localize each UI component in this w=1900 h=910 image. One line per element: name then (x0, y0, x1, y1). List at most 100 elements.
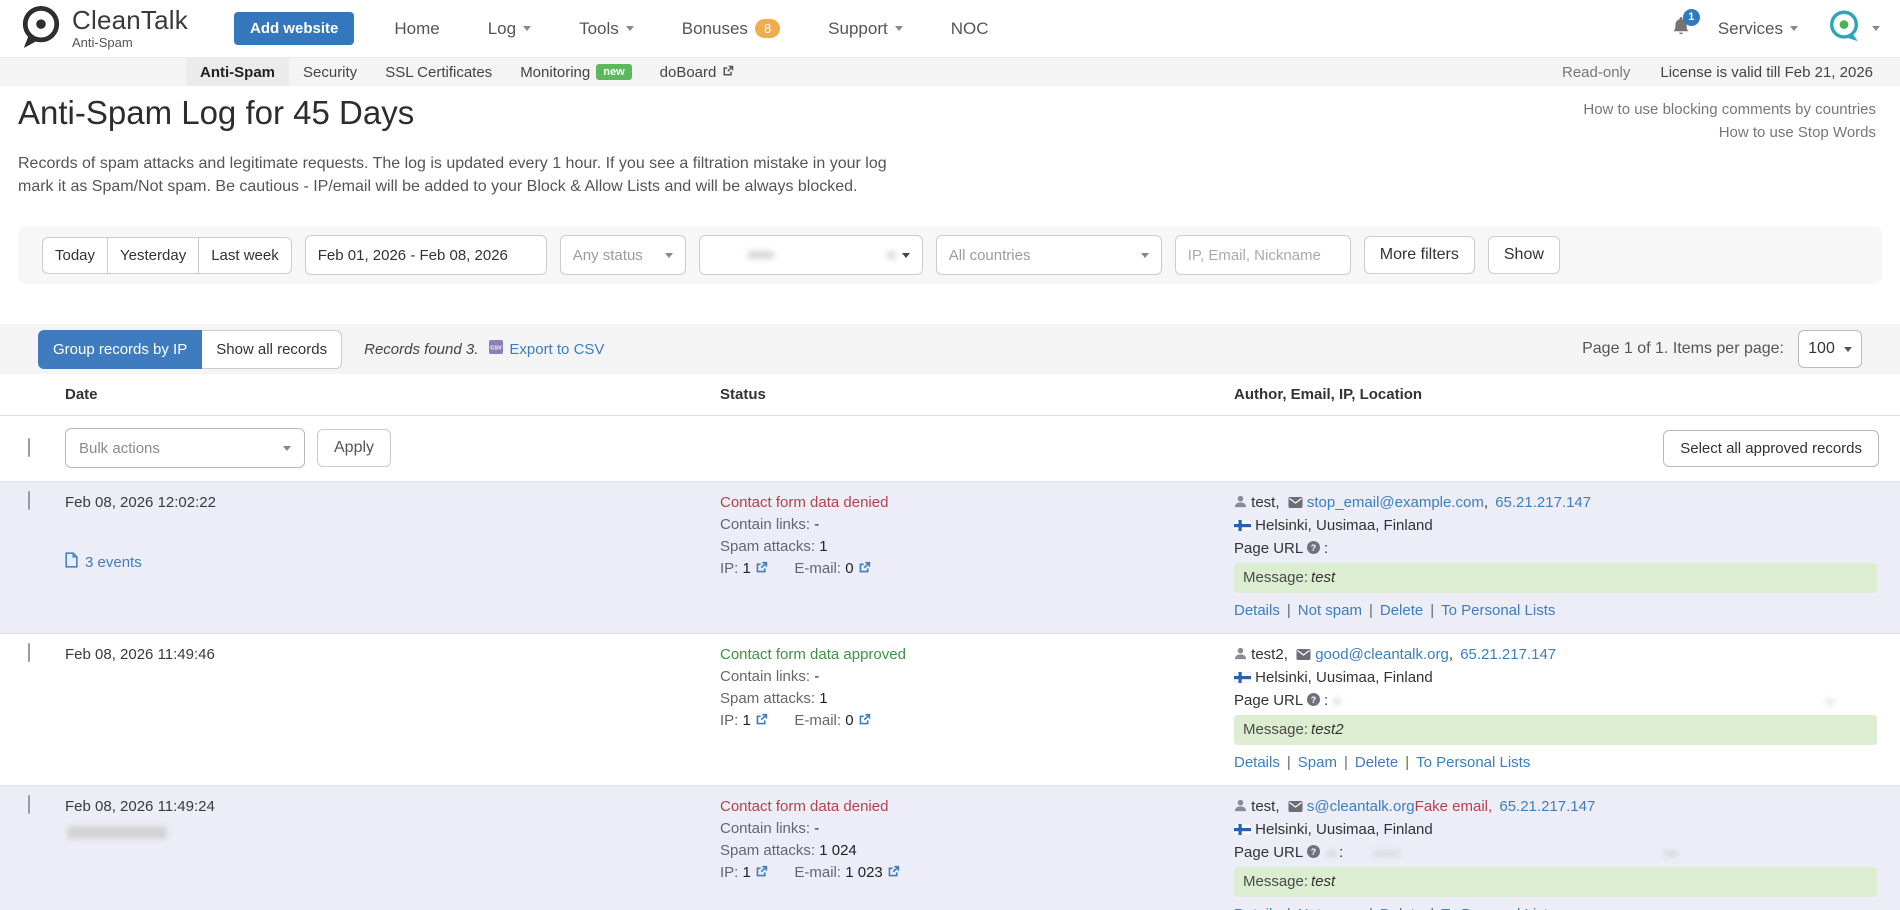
action-to-personal-lists[interactable]: To Personal Lists (1441, 906, 1555, 910)
nav-support[interactable]: Support (828, 19, 903, 39)
notifications-button[interactable]: 1 (1672, 17, 1690, 41)
tab-anti-spam[interactable]: Anti-Spam (186, 58, 289, 86)
contain-links-value: - (814, 820, 819, 837)
bulk-actions-select[interactable]: Bulk actions (65, 428, 305, 468)
nav-tools[interactable]: Tools (579, 19, 634, 39)
tab-monitoring[interactable]: Monitoring new (506, 58, 645, 86)
action-delete[interactable]: Delete (1355, 754, 1398, 771)
services-menu[interactable]: Services (1718, 19, 1798, 39)
ip-label: IP: (720, 712, 738, 729)
chevron-down-icon (626, 26, 634, 31)
chevron-down-icon (1141, 253, 1149, 258)
separator: | (1405, 754, 1409, 771)
author-email-link[interactable]: s@cleantalk.org (1307, 798, 1415, 815)
action-details[interactable]: Details (1234, 754, 1280, 771)
action-to-personal-lists[interactable]: To Personal Lists (1416, 754, 1530, 771)
envelope-icon (1288, 493, 1303, 515)
help-question-icon[interactable]: ? (1307, 539, 1320, 561)
tab-security[interactable]: Security (289, 58, 371, 86)
more-filters-button[interactable]: More filters (1364, 236, 1475, 274)
author-ip-link[interactable]: 65.21.217.147 (1495, 494, 1591, 511)
separator: | (1369, 602, 1373, 619)
help-link-stop-words[interactable]: How to use Stop Words (1583, 121, 1876, 144)
chevron-down-icon (1790, 26, 1798, 31)
group-records-by-ip-toggle[interactable]: Group records by IP (38, 330, 202, 369)
nav-bonuses-label: Bonuses (682, 19, 748, 39)
pagination-text: Page 1 of 1. Items per page: (1582, 340, 1784, 358)
description-line-2: mark it as Spam/Not spam. Be cautious - … (18, 175, 1882, 198)
select-all-checkbox[interactable] (28, 438, 30, 457)
add-website-button[interactable]: Add website (234, 12, 354, 45)
countries-filter-select[interactable]: All countries (936, 235, 1162, 275)
action-delete[interactable]: Delete (1380, 602, 1423, 619)
author-ip-link[interactable]: 65.21.217.147 (1460, 646, 1556, 663)
show-all-records-toggle[interactable]: Show all records (202, 330, 342, 369)
redacted-text (1334, 698, 1340, 705)
action-not-spam[interactable]: Not spam (1298, 906, 1362, 910)
date-range-input[interactable]: Feb 01, 2026 - Feb 08, 2026 (305, 235, 547, 275)
email-count: 0 (845, 712, 853, 729)
external-link-icon[interactable] (887, 863, 900, 885)
help-question-icon[interactable]: ? (1307, 691, 1320, 713)
chevron-down-icon (1844, 347, 1852, 352)
items-per-page-value: 100 (1808, 340, 1835, 358)
row-checkbox[interactable] (28, 491, 30, 510)
filter-bar: Today Yesterday Last week Feb 01, 2026 -… (18, 226, 1882, 284)
nav-bonuses[interactable]: Bonuses 8 (682, 19, 780, 39)
colon: : (1324, 540, 1328, 557)
redacted-text (1664, 850, 1678, 857)
tab-ssl-certificates[interactable]: SSL Certificates (371, 58, 506, 86)
chevron-down-icon (902, 253, 910, 258)
contain-links-value: - (814, 516, 819, 533)
action-details[interactable]: Details (1234, 906, 1280, 910)
separator: | (1430, 602, 1434, 619)
show-button[interactable]: Show (1488, 236, 1560, 274)
nav-noc[interactable]: NOC (951, 19, 989, 39)
help-question-icon[interactable]: ? (1307, 843, 1320, 865)
quick-filter-today[interactable]: Today (42, 237, 108, 274)
author-email-link[interactable]: stop_email@example.com (1307, 494, 1484, 511)
message-label: Message: (1243, 873, 1308, 890)
records-toolbar: Group records by IP Show all records Rec… (0, 324, 1900, 374)
record-date: Feb 08, 2026 11:49:46 (65, 644, 720, 666)
status-filter-select[interactable]: Any status (560, 235, 686, 275)
nav-home[interactable]: Home (394, 19, 439, 39)
action-spam[interactable]: Spam (1298, 754, 1337, 771)
action-details[interactable]: Details (1234, 602, 1280, 619)
website-filter-select[interactable] (699, 235, 923, 275)
search-input[interactable] (1188, 247, 1338, 264)
external-link-icon[interactable] (858, 711, 871, 733)
quick-filter-yesterday[interactable]: Yesterday (107, 237, 199, 274)
nav-log[interactable]: Log (488, 19, 531, 39)
items-per-page-select[interactable]: 100 (1798, 330, 1862, 368)
brand[interactable]: CleanTalk Anti-Spam (20, 4, 188, 54)
export-to-csv-link[interactable]: CSV Export to CSV (488, 339, 604, 359)
page-url-label: Page URL (1234, 540, 1303, 557)
external-link-icon[interactable] (755, 559, 768, 581)
action-not-spam[interactable]: Not spam (1298, 602, 1362, 619)
notification-count-badge: 1 (1683, 9, 1700, 26)
separator: | (1430, 906, 1434, 910)
spam-attacks-label: Spam attacks: (720, 690, 815, 707)
csv-file-icon: CSV (488, 339, 504, 359)
action-to-personal-lists[interactable]: To Personal Lists (1441, 602, 1555, 619)
help-link-blocking-countries[interactable]: How to use blocking comments by countrie… (1583, 98, 1876, 121)
cleantalk-logo-icon (20, 4, 62, 54)
select-all-approved-button[interactable]: Select all approved records (1663, 430, 1879, 467)
fake-email-flag: Fake email, (1415, 798, 1493, 815)
apply-button[interactable]: Apply (317, 429, 391, 467)
quick-filter-last-week[interactable]: Last week (198, 237, 292, 274)
row-checkbox[interactable] (28, 795, 30, 814)
svg-text:?: ? (1311, 695, 1317, 705)
row-checkbox[interactable] (28, 643, 30, 662)
tab-doboard[interactable]: doBoard (646, 58, 749, 86)
author-email-link[interactable]: good@cleantalk.org (1315, 646, 1449, 663)
author-ip-link[interactable]: 65.21.217.147 (1499, 798, 1595, 815)
action-delete[interactable]: Delete (1380, 906, 1423, 910)
external-link-icon[interactable] (858, 559, 871, 581)
account-menu[interactable] (1826, 8, 1880, 49)
external-link-icon[interactable] (755, 711, 768, 733)
redacted-text (1328, 850, 1335, 857)
events-link[interactable]: 3 events (65, 552, 720, 572)
external-link-icon[interactable] (755, 863, 768, 885)
